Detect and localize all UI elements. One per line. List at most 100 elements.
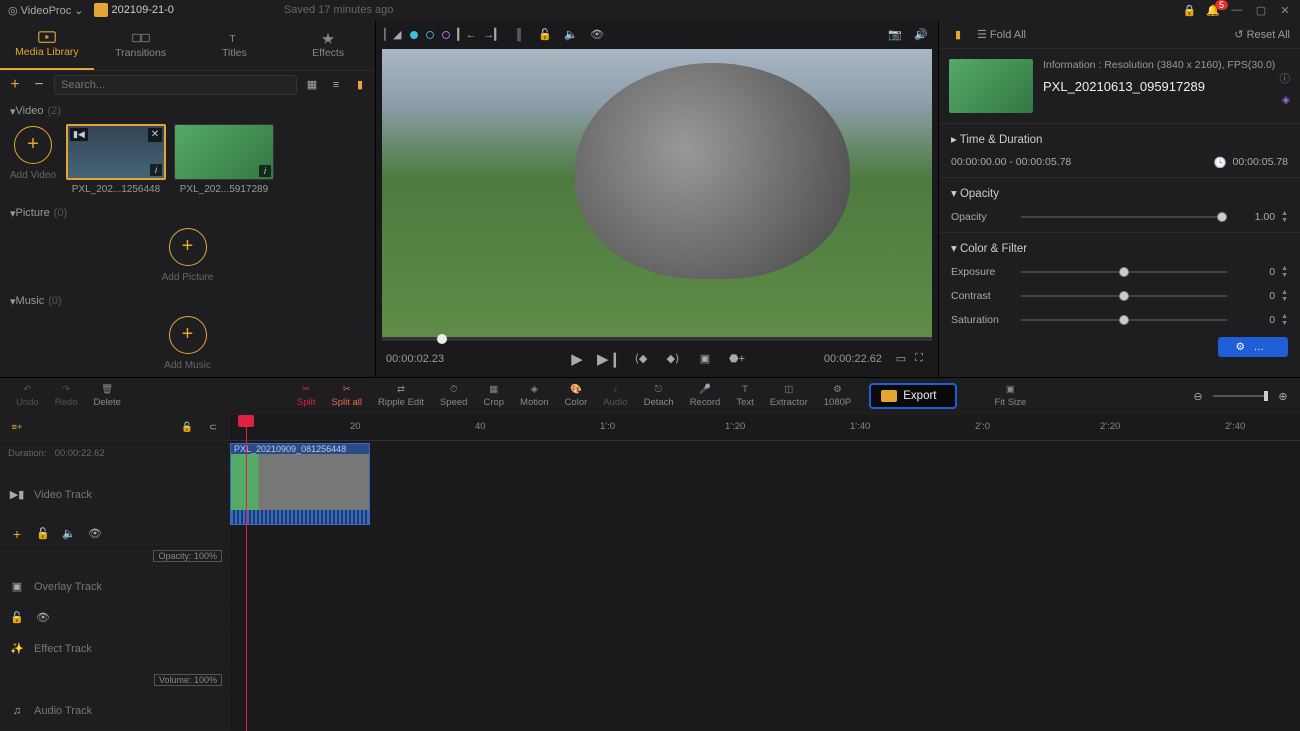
thumb-info-icon[interactable]: i	[150, 164, 162, 176]
opacity-slider[interactable]	[1021, 216, 1227, 218]
snap-start-icon[interactable]: ▎←	[458, 26, 476, 44]
marker-tool-icon[interactable]: ▏◢	[384, 26, 402, 44]
ripple-edit-button[interactable]: ⇄Ripple Edit	[370, 384, 432, 408]
eye-toggle-icon[interactable]: 👁	[588, 26, 606, 44]
extractor-button[interactable]: ◫Extractor	[762, 384, 816, 408]
maximize-button[interactable]: ▢	[1254, 3, 1268, 17]
playhead[interactable]	[246, 415, 247, 731]
reset-all-button[interactable]: ↺ Reset All	[1234, 28, 1290, 41]
opacity-value[interactable]: 1.00	[1233, 211, 1275, 223]
split-all-button[interactable]: ✂Split all	[323, 384, 370, 408]
delete-button[interactable]: 🗑Delete	[85, 384, 128, 408]
music-section-header[interactable]: ▾ Music (0)	[10, 295, 365, 308]
zoom-in-button[interactable]: ⊕	[1274, 387, 1292, 405]
record-button[interactable]: 🎤Record	[682, 384, 729, 408]
export-button[interactable]: Export	[869, 383, 956, 409]
snap-both-icon[interactable]: ║	[510, 26, 528, 44]
split-button[interactable]: ✂Split	[289, 384, 323, 408]
volume-box[interactable]: Volume: 100%	[154, 674, 222, 686]
motion-button[interactable]: ◈Motion	[512, 384, 557, 408]
opacity-header[interactable]: ▾ Opacity	[951, 186, 1288, 200]
zoom-out-button[interactable]: ⊖	[1189, 387, 1207, 405]
track-mute-icon[interactable]: 🔈	[60, 525, 78, 543]
timeline-clip[interactable]: PXL_20210909_081256448	[230, 443, 370, 525]
close-button[interactable]: ✕	[1278, 3, 1292, 17]
track-lock-icon[interactable]: 🔓	[34, 525, 52, 543]
list-view-icon[interactable]: ≡	[327, 76, 345, 94]
play-range-button[interactable]: ▶❙	[600, 350, 618, 368]
lock-toggle-icon[interactable]: 🔓	[536, 26, 554, 44]
saturation-spinner[interactable]: ▲▼	[1281, 313, 1288, 327]
exposure-slider[interactable]	[1021, 271, 1227, 273]
time-duration-header[interactable]: ▸ Time & Duration	[951, 132, 1288, 146]
add-picture-button[interactable]: +	[169, 228, 207, 266]
overlay-lock-icon[interactable]: 🔓	[8, 609, 26, 627]
color-picker-icon[interactable]: ◈	[1282, 94, 1290, 106]
remove-media-button[interactable]: −	[30, 76, 48, 94]
audio-button[interactable]: ♪Audio	[595, 384, 635, 408]
detach-button[interactable]: ⎋Detach	[636, 384, 682, 408]
tab-media-library[interactable]: Media Library	[0, 21, 94, 70]
zoom-slider[interactable]	[1213, 395, 1268, 397]
snap-end-icon[interactable]: →▎	[484, 26, 502, 44]
contrast-slider[interactable]	[1021, 295, 1227, 297]
marker-purple[interactable]	[442, 31, 450, 39]
notification-icon[interactable]: 🔔5	[1206, 4, 1220, 17]
color-button[interactable]: 🎨Color	[557, 384, 596, 408]
volume-toggle-icon[interactable]: 🔈	[562, 26, 580, 44]
picture-section-header[interactable]: ▾ Picture (0)	[10, 207, 365, 220]
saturation-value[interactable]: 0	[1233, 314, 1275, 326]
preview-viewport[interactable]	[382, 49, 932, 337]
prev-frame-button[interactable]: ⟨◆	[632, 350, 650, 368]
add-media-button[interactable]: +	[6, 76, 24, 94]
color-filter-more-button[interactable]: ⚙ …	[1218, 337, 1289, 357]
undo-button[interactable]: ↶Undo	[8, 384, 47, 408]
tab-titles[interactable]: T Titles	[188, 21, 282, 70]
fullscreen-icon[interactable]: ⛶	[910, 350, 928, 368]
grid-view-icon[interactable]: ▦	[303, 76, 321, 94]
audio-icon[interactable]: 🔊	[912, 26, 930, 44]
fit-size-button[interactable]: ▣Fit Size	[987, 384, 1035, 408]
color-filter-header[interactable]: ▾ Color & Filter	[951, 241, 1288, 255]
crop-preview-icon[interactable]: ▣	[696, 350, 714, 368]
panel-toggle-icon[interactable]: ▮	[351, 76, 369, 94]
project-name[interactable]: 202109-21-0	[112, 4, 174, 16]
media-thumb-1[interactable]: ▮◀ ✕ i PXL_202...1256448	[66, 124, 166, 195]
tab-effects[interactable]: Effects	[281, 21, 375, 70]
track-visible-icon[interactable]: 👁	[86, 525, 104, 543]
lock-icon[interactable]: 🔒	[1182, 3, 1196, 17]
add-marker-icon[interactable]: ⬣+	[728, 350, 746, 368]
marker-blue[interactable]	[426, 31, 434, 39]
contrast-value[interactable]: 0	[1233, 290, 1275, 302]
lock-all-icon[interactable]: 🔓	[178, 419, 196, 437]
play-button[interactable]: ▶	[568, 350, 586, 368]
fold-all-button[interactable]: ☰ Fold All	[977, 28, 1026, 41]
opacity-spinner[interactable]: ▲▼	[1281, 210, 1288, 224]
add-music-button[interactable]: +	[169, 316, 207, 354]
contrast-spinner[interactable]: ▲▼	[1281, 289, 1288, 303]
saturation-slider[interactable]	[1021, 319, 1227, 321]
info-icon[interactable]: ⓘ	[1280, 71, 1291, 86]
snapshot-icon[interactable]: 📷	[886, 26, 904, 44]
remove-thumb-button[interactable]: ✕	[148, 128, 162, 142]
magnet-icon[interactable]: ⊂	[204, 419, 222, 437]
opacity-box[interactable]: Opacity: 100%	[153, 550, 222, 562]
add-subtrack-button[interactable]: +	[8, 525, 26, 543]
text-button[interactable]: TText	[728, 384, 761, 408]
media-thumb-2[interactable]: i PXL_202...5917289	[174, 124, 274, 195]
add-track-button[interactable]: ≡+	[8, 419, 26, 437]
redo-button[interactable]: ↷Redo	[47, 384, 86, 408]
next-frame-button[interactable]: ◆⟩	[664, 350, 682, 368]
resolution-button[interactable]: ⚙1080P	[816, 384, 859, 408]
exposure-spinner[interactable]: ▲▼	[1281, 265, 1288, 279]
tab-transitions[interactable]: Transitions	[94, 21, 188, 70]
marker-cyan[interactable]	[410, 31, 418, 39]
timeline-ruler[interactable]: 20 40 1':0 1':20 1':40 2':0 2':20 2':40	[230, 415, 1300, 441]
app-menu[interactable]: ◎ VideoProc ⌄	[8, 4, 84, 17]
add-video-button[interactable]: +	[14, 126, 52, 164]
inspector-toggle-icon[interactable]: ▮	[949, 25, 967, 43]
video-section-header[interactable]: ▾ Video (2)	[10, 105, 365, 118]
minimize-button[interactable]: —	[1230, 3, 1244, 17]
thumb-info-icon[interactable]: i	[259, 165, 271, 177]
search-input[interactable]	[54, 75, 297, 95]
